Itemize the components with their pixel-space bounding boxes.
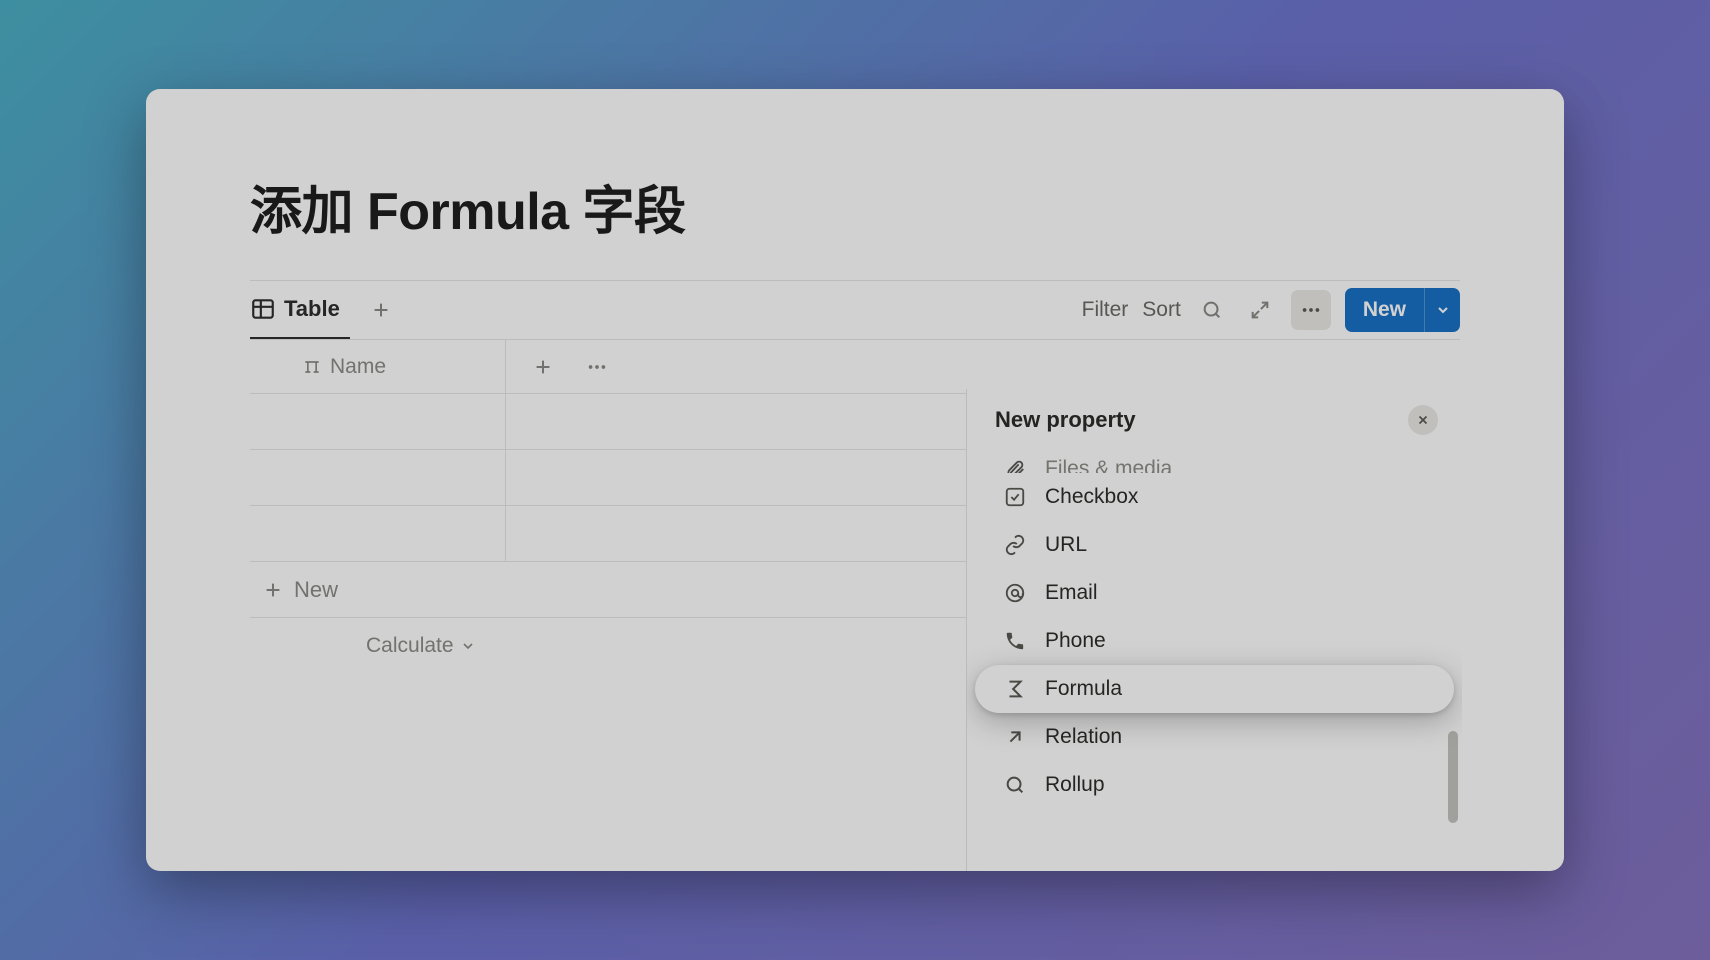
add-row-label: New <box>294 577 338 603</box>
column-more-button[interactable] <box>580 350 614 384</box>
sort-button[interactable]: Sort <box>1142 298 1181 322</box>
property-option-label: Checkbox <box>1045 485 1138 509</box>
property-option-relation[interactable]: Relation <box>975 713 1454 761</box>
tab-table[interactable]: Table <box>250 282 350 340</box>
add-view-button[interactable] <box>364 293 398 327</box>
property-option-label: Email <box>1045 581 1098 605</box>
view-toolbar: Table Filter Sort New <box>250 281 1460 339</box>
plus-icon <box>262 579 284 601</box>
property-option-url[interactable]: URL <box>975 521 1454 569</box>
property-type-list[interactable]: Files & media Checkbox URL Email Phone Formul… <box>967 451 1462 871</box>
property-option-formula[interactable]: Formula <box>975 665 1454 713</box>
expand-button[interactable] <box>1243 293 1277 327</box>
calculate-label: Calculate <box>366 634 454 658</box>
text-type-icon <box>302 357 322 377</box>
property-option-phone[interactable]: Phone <box>975 617 1454 665</box>
chevron-down-icon <box>460 638 476 654</box>
more-options-button[interactable] <box>1291 290 1331 330</box>
property-option-checkbox[interactable]: Checkbox <box>975 473 1454 521</box>
panel-title: New property <box>995 407 1136 433</box>
files-icon <box>1003 457 1027 473</box>
property-option-label: Phone <box>1045 629 1106 653</box>
formula-icon <box>1003 677 1027 701</box>
new-button[interactable]: New <box>1345 288 1460 332</box>
column-header-actions <box>506 350 614 384</box>
tab-label: Table <box>284 296 340 322</box>
close-icon <box>1416 413 1430 427</box>
new-property-panel: New property Files & media Checkbox URL Ema… <box>966 389 1462 871</box>
table-icon <box>250 296 276 322</box>
property-option-label: Relation <box>1045 725 1122 749</box>
panel-header: New property <box>967 389 1462 451</box>
table-header: Name <box>250 340 1460 394</box>
phone-icon <box>1003 629 1027 653</box>
new-button-label: New <box>1345 288 1424 332</box>
filter-button[interactable]: Filter <box>1082 298 1129 322</box>
email-icon <box>1003 581 1027 605</box>
property-option-rollup[interactable]: Rollup <box>975 761 1454 809</box>
view-actions: Filter Sort New <box>1082 288 1460 332</box>
property-option-label: Formula <box>1045 677 1122 701</box>
property-option-label: Files & media <box>1045 457 1172 473</box>
column-header-name[interactable]: Name <box>250 340 506 393</box>
column-header-label: Name <box>330 355 386 379</box>
url-icon <box>1003 533 1027 557</box>
new-button-dropdown[interactable] <box>1424 288 1460 332</box>
rollup-icon <box>1003 773 1027 797</box>
search-button[interactable] <box>1195 293 1229 327</box>
view-tabs: Table <box>250 282 398 339</box>
property-option-files[interactable]: Files & media <box>975 451 1454 473</box>
add-column-button[interactable] <box>526 350 560 384</box>
close-button[interactable] <box>1408 405 1438 435</box>
property-option-label: URL <box>1045 533 1087 557</box>
scrollbar-thumb[interactable] <box>1448 731 1458 823</box>
property-option-label: Rollup <box>1045 773 1105 797</box>
property-option-email[interactable]: Email <box>975 569 1454 617</box>
checkbox-icon <box>1003 485 1027 509</box>
window: 添加 Formula 字段 Table Filter <box>146 89 1564 871</box>
page-title[interactable]: 添加 Formula 字段 <box>250 169 1460 244</box>
relation-icon <box>1003 725 1027 749</box>
